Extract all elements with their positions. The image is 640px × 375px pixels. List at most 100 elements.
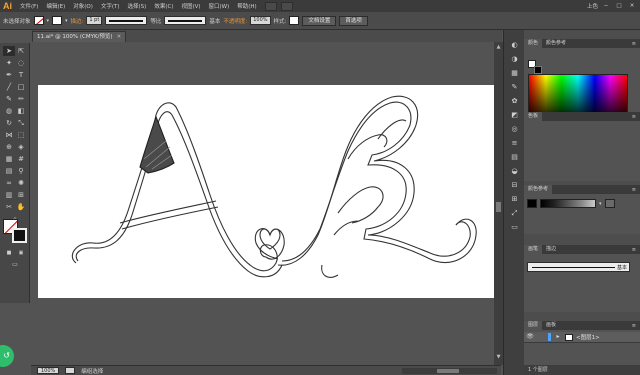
artwork[interactable]: [38, 85, 497, 298]
stroke-color-box[interactable]: [12, 228, 27, 243]
artboard[interactable]: [38, 85, 497, 298]
edit-colors-icon[interactable]: [604, 199, 615, 208]
color-panel-icon[interactable]: ◐: [509, 40, 520, 50]
chevron-down-icon[interactable]: ▾: [47, 18, 50, 24]
appearance-panel-icon[interactable]: ◎: [509, 124, 520, 134]
brush-basic[interactable]: 基本: [527, 262, 630, 272]
line-tool-icon[interactable]: ╱: [3, 82, 15, 92]
pen-tool-icon[interactable]: ✒: [3, 70, 15, 80]
expand-triangle-icon[interactable]: ▸: [554, 333, 562, 341]
menu-select[interactable]: 选择(S): [124, 2, 151, 10]
free-transform-tool-icon[interactable]: ⬚: [15, 130, 27, 140]
tab-swatches[interactable]: 色板: [524, 112, 543, 121]
column-graph-tool-icon[interactable]: ▥: [3, 190, 15, 200]
scroll-down-icon[interactable]: ▼: [495, 354, 502, 361]
pathfinder-panel-icon[interactable]: ⊞: [509, 194, 520, 204]
live-paint-tool-icon[interactable]: ◈: [15, 142, 27, 152]
minimize-button[interactable]: −: [601, 2, 611, 10]
brushes-panel-icon[interactable]: ✎: [509, 82, 520, 92]
scale-tool-icon[interactable]: ⤡: [15, 118, 27, 128]
eraser-tool-icon[interactable]: ◧: [15, 106, 27, 116]
transparency-panel-icon[interactable]: ◒: [509, 166, 520, 176]
color-mode-icon[interactable]: ■: [3, 248, 15, 258]
gradient-mode-icon[interactable]: ▣: [15, 248, 27, 258]
vertical-scrollbar[interactable]: ▲ ▼: [494, 42, 503, 365]
direct-selection-tool-icon[interactable]: ⇱: [15, 46, 27, 56]
panel-menu-icon[interactable]: ≡: [632, 323, 636, 329]
lock-toggle[interactable]: [537, 333, 545, 341]
scroll-thumb[interactable]: [496, 202, 501, 212]
shape-builder-tool-icon[interactable]: ⊕: [3, 142, 15, 152]
panel-menu-icon[interactable]: ≡: [632, 247, 636, 253]
document-tab[interactable]: 11.ai* @ 100% (CMYK/预览) ✕: [32, 31, 127, 42]
graphic-style-swatch[interactable]: [289, 16, 300, 25]
menu-effect[interactable]: 效果(C): [150, 2, 177, 10]
refresh-badge[interactable]: ↺: [0, 345, 14, 367]
zoom-level-field[interactable]: 100%: [37, 367, 60, 374]
lasso-tool-icon[interactable]: ◌: [15, 58, 27, 68]
hand-tool-icon[interactable]: ✋: [15, 202, 27, 212]
base-color-swatch[interactable]: [527, 199, 537, 208]
close-icon[interactable]: ✕: [117, 34, 122, 40]
stroke-swatch[interactable]: [52, 16, 63, 25]
blob-brush-tool-icon[interactable]: ◍: [3, 106, 15, 116]
harmony-rules[interactable]: [540, 199, 596, 208]
tab-artboards[interactable]: 画板: [542, 321, 560, 330]
menu-file[interactable]: 文件(F): [16, 2, 42, 10]
panel-menu-icon[interactable]: ≡: [632, 114, 636, 120]
screen-mode-icon[interactable]: ▭: [9, 260, 21, 270]
tab-color-guide-2[interactable]: 颜色参考: [524, 185, 553, 194]
blend-tool-icon[interactable]: ∞: [3, 178, 15, 188]
stroke-weight-field[interactable]: 1 pt: [86, 16, 103, 25]
opacity-field[interactable]: 100%: [250, 16, 271, 25]
menu-object[interactable]: 对象(O): [69, 2, 97, 10]
transform-panel-icon[interactable]: ⤢: [509, 208, 520, 218]
menu-type[interactable]: 文字(T): [97, 2, 124, 10]
tab-color[interactable]: 颜色: [524, 39, 543, 48]
stroke-label[interactable]: 描边:: [71, 17, 84, 25]
fill-swatch[interactable]: [33, 16, 44, 25]
artboards-panel-icon[interactable]: ▭: [509, 222, 520, 232]
brush-definition[interactable]: [164, 16, 207, 25]
scroll-up-icon[interactable]: ▲: [495, 44, 502, 51]
tab-layers[interactable]: 图层: [524, 321, 543, 330]
pencil-tool-icon[interactable]: ✏: [15, 94, 27, 104]
variable-width-profile[interactable]: [105, 16, 148, 25]
menu-window[interactable]: 窗口(W): [205, 2, 234, 10]
graphic-styles-panel-icon[interactable]: ◩: [509, 110, 520, 120]
menu-edit[interactable]: 编辑(E): [42, 2, 69, 10]
magic-wand-tool-icon[interactable]: ✦: [3, 58, 15, 68]
menu-view[interactable]: 视图(V): [177, 2, 204, 10]
maximize-button[interactable]: □: [614, 2, 624, 10]
paintbrush-tool-icon[interactable]: ✎: [3, 94, 15, 104]
color-stroke-box[interactable]: [534, 66, 542, 74]
eyedropper-tool-icon[interactable]: ⚲: [15, 166, 27, 176]
arrange-documents-button[interactable]: [280, 1, 293, 11]
horizontal-scrollbar[interactable]: [402, 367, 497, 374]
symbols-panel-icon[interactable]: ✿: [509, 96, 520, 106]
tab-color-guide[interactable]: 颜色参考: [542, 39, 570, 48]
gradient-tool-icon[interactable]: ▤: [3, 166, 15, 176]
selection-tool-icon[interactable]: ➤: [3, 46, 15, 56]
menu-help[interactable]: 帮助(H): [233, 2, 260, 10]
stroke-panel-icon[interactable]: ≡: [509, 138, 520, 148]
opacity-label[interactable]: 不透明度:: [223, 17, 247, 25]
eye-icon[interactable]: 👁: [526, 333, 534, 341]
color-guide-panel-icon[interactable]: ◑: [509, 54, 520, 64]
tab-brushes[interactable]: 画笔: [524, 245, 543, 254]
close-button[interactable]: ✕: [627, 2, 637, 10]
panel-menu-icon[interactable]: ≡: [632, 41, 636, 47]
layer-name[interactable]: <图层1>: [576, 333, 600, 341]
chevron-down-icon[interactable]: ▾: [65, 18, 68, 24]
slice-tool-icon[interactable]: ✂: [3, 202, 15, 212]
preferences-button[interactable]: 首选项: [339, 15, 368, 26]
bridge-button[interactable]: [264, 1, 277, 11]
tab-stroke[interactable]: 描边: [542, 245, 560, 254]
align-panel-icon[interactable]: ⊟: [509, 180, 520, 190]
chevron-down-icon[interactable]: ▾: [599, 201, 602, 207]
artboard-tool-icon[interactable]: ⊞: [15, 190, 27, 200]
gradient-panel-icon[interactable]: ▤: [509, 152, 520, 162]
width-tool-icon[interactable]: ⋈: [3, 130, 15, 140]
perspective-grid-tool-icon[interactable]: ▦: [3, 154, 15, 164]
document-setup-button[interactable]: 文档设置: [302, 15, 337, 26]
